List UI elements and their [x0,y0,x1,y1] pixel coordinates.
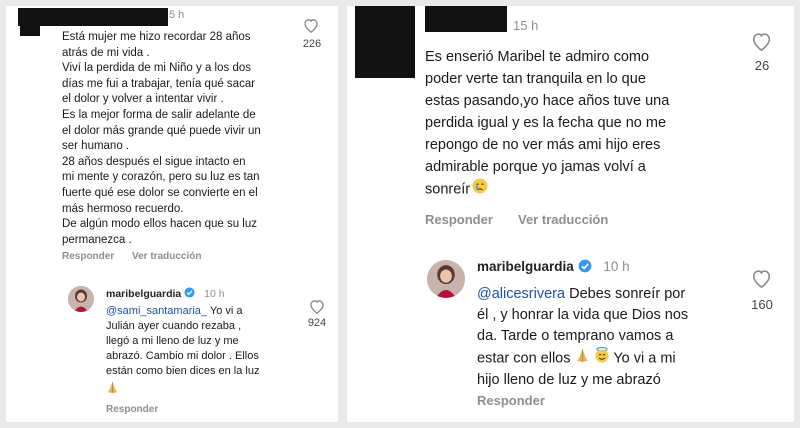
reply-time: 10 h [204,287,225,300]
folded-hands-emoji [106,381,119,399]
reply-header: maribelguardia 10 h [477,259,630,276]
comment-panel-left: 5 h Está mujer me hizo recordar 28 años … [6,6,338,422]
heart-outline-icon[interactable] [751,32,772,51]
translate-button[interactable]: Ver traducción [518,212,608,227]
redacted-avatar [355,6,415,78]
folded-hands-emoji [575,348,590,370]
like-count: 924 [307,317,327,329]
reply-button[interactable]: Responder [62,251,114,262]
reply-text: @sami_santamaria_ Yo vi a Julián ayer cu… [106,304,306,379]
avatar[interactable] [427,260,465,298]
smiling-face-with-halo-emoji [594,347,610,370]
comment-time: 5 h [169,9,185,21]
heart-outline-icon[interactable] [303,18,319,33]
reply-header: maribelguardia 10 h [106,287,225,301]
reply-button[interactable]: Responder [477,393,545,408]
reply-username[interactable]: maribelguardia [477,259,574,274]
reply-button[interactable]: Responder [425,212,493,227]
comment-body: Es enserió Maribel te admiro como poder … [425,49,670,198]
comment-text: Es enserió Maribel te admiro como poder … [425,46,755,201]
reply-time: 10 h [603,259,630,275]
mention-link[interactable]: @sami_santamaria_ [106,305,207,317]
heart-outline-icon[interactable] [309,299,325,314]
crying-face-emoji [472,178,488,201]
reply-username[interactable]: maribelguardia [106,288,181,300]
translate-button[interactable]: Ver traducción [132,251,201,262]
reply-text: @alicesrivera Debes sonreír por él , y h… [477,284,737,391]
mention-link[interactable]: @alicesrivera [477,286,565,302]
comment-time: 15 h [513,18,539,33]
like-count: 226 [302,38,322,50]
reply-button[interactable]: Responder [106,404,158,415]
verified-badge-icon [578,259,592,276]
comment-text: Está mujer me hizo recordar 28 años atrá… [62,31,261,246]
redacted-avatar [20,24,40,36]
redacted-username [425,6,507,32]
heart-outline-icon[interactable] [751,269,772,288]
avatar[interactable] [68,286,94,312]
redacted-username [18,8,168,26]
comment-panel-right: 15 h Es enserió Maribel te admiro como p… [347,6,794,422]
like-count: 160 [751,297,773,312]
verified-badge-icon [184,287,195,301]
like-count: 26 [754,58,770,73]
